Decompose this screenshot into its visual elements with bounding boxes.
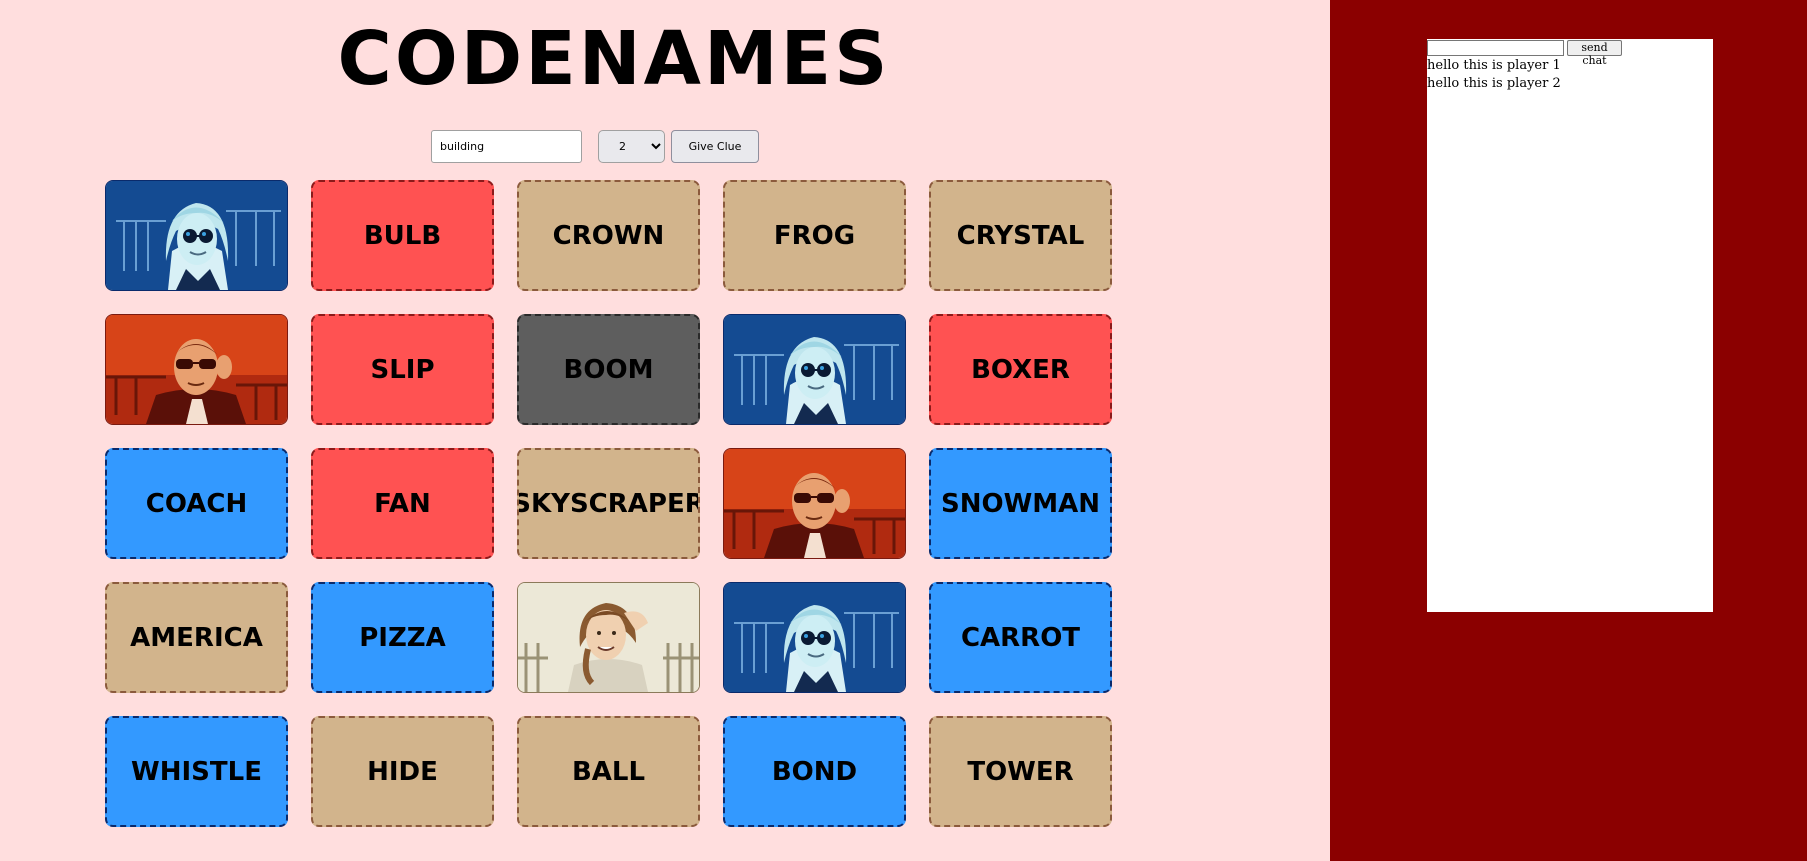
card-hide[interactable]: HIDE xyxy=(311,716,494,827)
card-word: HIDE xyxy=(367,756,438,787)
game-area: CODENAMES 12345 Give Clue BULBCROWNFRO xyxy=(0,0,1330,861)
card-america[interactable]: AMERICA xyxy=(105,582,288,693)
blue-agent-portrait xyxy=(724,583,905,692)
card-word: BOND xyxy=(771,756,858,787)
card-boxer[interactable]: BOXER xyxy=(929,314,1112,425)
clue-word-input[interactable] xyxy=(431,130,582,163)
card-pizza[interactable]: PIZZA xyxy=(311,582,494,693)
card-word: CARROT xyxy=(960,622,1081,653)
card-revealed-bystander[interactable] xyxy=(517,582,700,693)
card-word: WHISTLE xyxy=(131,756,262,787)
card-whistle[interactable]: WHISTLE xyxy=(105,716,288,827)
card-crown[interactable]: CROWN xyxy=(517,180,700,291)
card-word: BOXER xyxy=(971,354,1070,385)
card-revealed-blue-agent[interactable] xyxy=(723,314,906,425)
card-word: PIZZA xyxy=(359,622,446,653)
card-word: SNOWMAN xyxy=(940,488,1101,519)
card-word: BALL xyxy=(571,756,646,787)
card-skyscraper[interactable]: SKYSCRAPER xyxy=(517,448,700,559)
chat-message: hello this is player 1 xyxy=(1427,58,1561,73)
card-snowman[interactable]: SNOWMAN xyxy=(929,448,1112,559)
card-word: TOWER xyxy=(967,756,1074,787)
card-ball[interactable]: BALL xyxy=(517,716,700,827)
card-revealed-red-agent[interactable] xyxy=(723,448,906,559)
blue-agent-portrait xyxy=(724,315,905,424)
card-revealed-blue-agent[interactable] xyxy=(105,180,288,291)
red-agent-portrait xyxy=(724,449,905,558)
card-frog[interactable]: FROG xyxy=(723,180,906,291)
blue-agent-portrait xyxy=(106,181,287,290)
card-word: BULB xyxy=(363,220,442,251)
chat-messages: hello this is player 1 hello this is play… xyxy=(1427,57,1713,93)
card-boom[interactable]: BOOM xyxy=(517,314,700,425)
red-agent-portrait xyxy=(106,315,287,424)
card-tower[interactable]: TOWER xyxy=(929,716,1112,827)
clue-count-select[interactable]: 12345 xyxy=(598,130,665,163)
give-clue-button[interactable]: Give Clue xyxy=(671,130,759,163)
chat-message: hello this is player 2 xyxy=(1427,76,1561,91)
chat-input[interactable] xyxy=(1427,40,1564,56)
card-word: CROWN xyxy=(552,220,665,251)
bystander-portrait xyxy=(518,583,699,692)
card-coach[interactable]: COACH xyxy=(105,448,288,559)
card-revealed-blue-agent[interactable] xyxy=(723,582,906,693)
card-bulb[interactable]: BULB xyxy=(311,180,494,291)
card-word: BOOM xyxy=(563,354,654,385)
card-word: FROG xyxy=(773,220,856,251)
send-chat-button[interactable]: send chat xyxy=(1567,40,1622,67)
card-word: SLIP xyxy=(370,354,435,385)
card-word: SKYSCRAPER xyxy=(517,488,700,519)
card-word: CRYSTAL xyxy=(956,220,1085,251)
card-word: FAN xyxy=(374,488,431,519)
card-bond[interactable]: BOND xyxy=(723,716,906,827)
game-title: CODENAMES xyxy=(337,16,891,102)
card-slip[interactable]: SLIP xyxy=(311,314,494,425)
card-fan[interactable]: FAN xyxy=(311,448,494,559)
card-word: COACH xyxy=(145,488,248,519)
card-crystal[interactable]: CRYSTAL xyxy=(929,180,1112,291)
chat-box: send chat hello this is player 1 hello th… xyxy=(1427,39,1713,612)
card-carrot[interactable]: CARROT xyxy=(929,582,1112,693)
card-revealed-red-agent[interactable] xyxy=(105,314,288,425)
card-word: AMERICA xyxy=(130,622,263,653)
